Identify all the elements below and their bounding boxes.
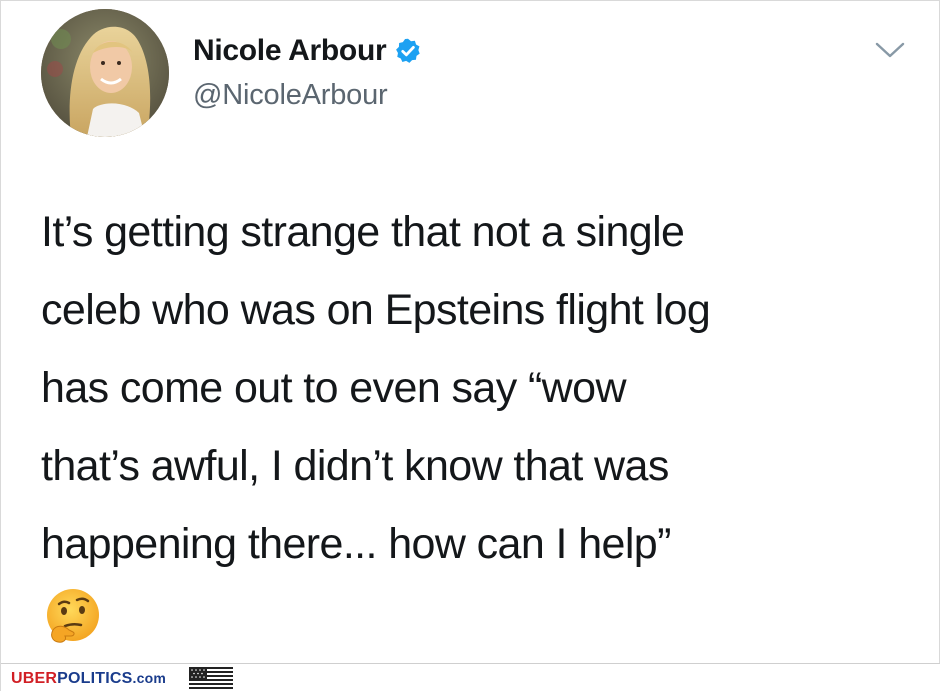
tweet-text-line: that’s awful, I didn’t know that was [41, 442, 669, 490]
brand-part-com: .com [132, 670, 167, 686]
display-name[interactable]: Nicole Arbour [193, 34, 387, 68]
tweet-card: Nicole Arbour @NicoleArbour It’s getting… [0, 0, 940, 693]
brand-part-politics: POLITICS [57, 670, 133, 687]
user-handle[interactable]: @NicoleArbour [193, 79, 388, 112]
tweet-text: It’s getting strange that not a single c… [41, 193, 921, 583]
tweet-text-line: It’s getting strange that not a single [41, 208, 685, 256]
tweet-text-line: happening there... how can I help” [41, 520, 671, 568]
thinking-face-emoji-icon [47, 589, 99, 643]
brand-logo[interactable]: UBERPOLITICS.com [11, 670, 166, 688]
avatar[interactable] [41, 9, 169, 137]
avatar-photo [41, 9, 169, 137]
author-name-row: Nicole Arbour [193, 31, 422, 71]
verified-badge-icon [396, 38, 421, 63]
tweet-text-line: has come out to even say “wow [41, 364, 627, 412]
footer-bar: UBERPOLITICS.com [1, 663, 940, 693]
tweet-text-line: celeb who was on Epsteins flight log [41, 286, 711, 334]
brand-part-uber: UBER [11, 670, 58, 687]
chevron-down-icon[interactable] [873, 39, 907, 61]
usa-flag-icon [189, 667, 233, 691]
